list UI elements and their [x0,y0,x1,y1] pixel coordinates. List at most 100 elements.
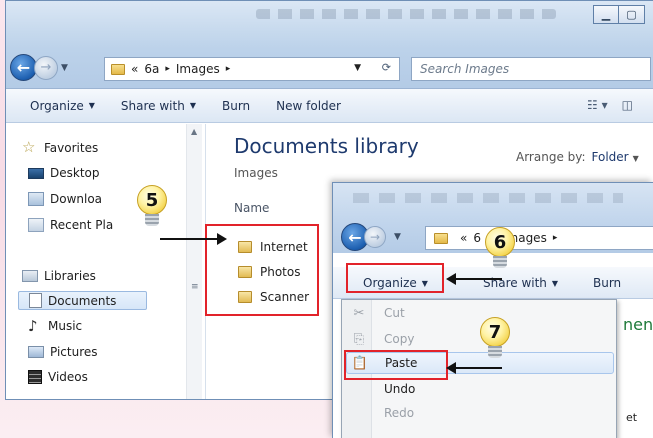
chevron-down-icon: ▼ [88,101,95,110]
nav-label: Recent Pla [50,218,114,232]
downloads-icon [28,192,44,206]
videos-icon [28,370,42,384]
nav-label: Documents [48,293,117,308]
nav-label: Pictures [50,345,98,359]
lightbulb-icon: 5 [137,185,167,229]
address-bar[interactable]: « 6a ▸ Images ▸ ▼ ⟳ [104,57,400,81]
address-bar-area: ← → ▼ « 6a ▸ Images ▸ ▼ ⟳ Search Images [6,49,653,89]
burn-label: Burn [221,98,251,113]
library-subtitle: Images [234,166,278,180]
highlight-box-organize [346,263,444,293]
arrow-step5 [160,233,227,245]
folder-icon [434,232,448,244]
column-header-name[interactable]: Name [234,201,269,215]
nav-scrollbar[interactable]: ▲ ≡ [186,124,202,399]
title-bar: ▁ ▢ [6,1,653,49]
recent-places-icon [28,218,44,232]
nav-label: Favorites [44,141,99,155]
burn-button[interactable]: Burn [593,276,621,290]
step-number: 7 [488,321,502,343]
new-folder-button[interactable]: New folder [276,99,341,113]
copy-icon: ⎘ [353,331,365,347]
menu-label: Copy [384,332,415,346]
nav-label: Downloa [50,192,103,206]
breadcrumb-separator[interactable]: ▸ [165,64,170,74]
breadcrumb-6a[interactable]: 6a [144,62,159,76]
nav-item-videos[interactable]: Videos [28,370,88,384]
folder-icon [111,63,125,75]
nav-item-documents[interactable]: Documents [18,291,148,310]
partial-content-text: nen [623,315,653,334]
minimize-button[interactable]: ▁ [593,5,619,24]
organize-label: Organize [30,98,84,113]
menu-label: Redo [384,406,415,420]
share-with-label: Share with [120,98,185,113]
step-number: 6 [493,231,507,253]
scroll-up-icon[interactable]: ▲ [191,127,197,136]
address-dropdown-icon[interactable]: ▼ [354,63,361,73]
cut-icon: ✂ [353,305,365,321]
music-icon: ♪ [28,317,38,335]
nav-label: Music [48,319,83,333]
back-arrow-icon[interactable]: ← [10,54,37,81]
breadcrumb-separator[interactable]: ▸ [226,64,231,74]
arrange-by: Arrange by: Folder ▼ [516,150,639,164]
burn-label: Burn [593,276,622,290]
star-icon: ☆ [22,138,36,156]
breadcrumb-6[interactable]: 6 [473,231,481,245]
highlight-box-paste [344,350,448,380]
arrange-value-dropdown[interactable]: Folder [592,150,629,164]
explorer-window-inset: ← → ▼ « 6 Images ▸ Organize ▼ Share with ▼… [332,182,653,438]
nav-label: Desktop [50,166,100,180]
chevron-down-icon: ▼ [551,278,559,288]
recent-pages-dropdown-icon[interactable]: ▼ [394,232,401,242]
nav-item-libraries[interactable]: Libraries [22,269,96,283]
scroll-grip-icon[interactable]: ≡ [191,282,199,292]
breadcrumb-images[interactable]: Images [176,62,220,76]
menu-label: Undo [384,382,416,396]
navigation-pane: ▲ ≡ ☆ Favorites Desktop Downloa Recent P… [6,124,206,399]
refresh-icon[interactable]: ⟳ [382,61,391,74]
menu-item-undo[interactable]: Undo [346,378,614,400]
breadcrumb-separator[interactable]: ▸ [553,233,558,243]
nav-item-desktop[interactable]: Desktop [28,166,100,180]
forward-arrow-icon[interactable]: → [34,55,58,80]
lightbulb-icon: 6 [485,227,515,271]
arrow-step7 [446,362,502,374]
share-with-button[interactable]: Share with ▼ [121,99,196,113]
address-bar[interactable]: « 6 Images ▸ [425,226,653,250]
maximize-button[interactable]: ▢ [619,5,645,24]
organize-button[interactable]: Organize ▼ [30,99,95,113]
nav-item-music[interactable]: ♪ Music [28,317,83,335]
blurred-title [353,193,623,203]
nav-item-pictures[interactable]: Pictures [28,345,98,359]
desktop-icon [28,167,44,179]
blurred-title [256,9,556,19]
document-icon [29,293,42,308]
command-bar: Organize ▼ Share with ▼ Burn New folder ☷ … [6,89,653,123]
libraries-icon [22,270,38,282]
breadcrumb-overflow[interactable]: « [131,62,138,76]
nav-label: Libraries [44,269,96,283]
chevron-down-icon: ▼ [189,101,196,110]
caption-buttons: ▁ ▢ [593,5,645,24]
nav-item-recent-places[interactable]: Recent Pla [28,218,113,232]
lightbulb-icon: 7 [480,317,510,361]
arrange-label: Arrange by: [516,150,586,164]
recent-pages-dropdown-icon[interactable]: ▼ [61,63,68,73]
menu-label: Cut [384,306,405,320]
nav-item-favorites[interactable]: ☆ Favorites [22,140,98,156]
search-placeholder: Search Images [420,62,510,76]
burn-button[interactable]: Burn [222,99,250,113]
menu-item-redo[interactable]: Redo [346,402,614,424]
forward-arrow-icon[interactable]: → [364,226,386,248]
library-title: Documents library [234,134,419,158]
chevron-down-icon[interactable]: ▼ [633,154,639,163]
preview-pane-icon[interactable]: ◫ [622,98,633,112]
search-input[interactable]: Search Images [411,57,651,81]
nav-item-downloads[interactable]: Downloa [28,192,102,206]
partial-content-text: et [626,411,638,424]
breadcrumb-overflow[interactable]: « [460,231,467,245]
view-options-icon[interactable]: ☷ ▾ [587,98,608,112]
step-number: 5 [145,189,159,211]
